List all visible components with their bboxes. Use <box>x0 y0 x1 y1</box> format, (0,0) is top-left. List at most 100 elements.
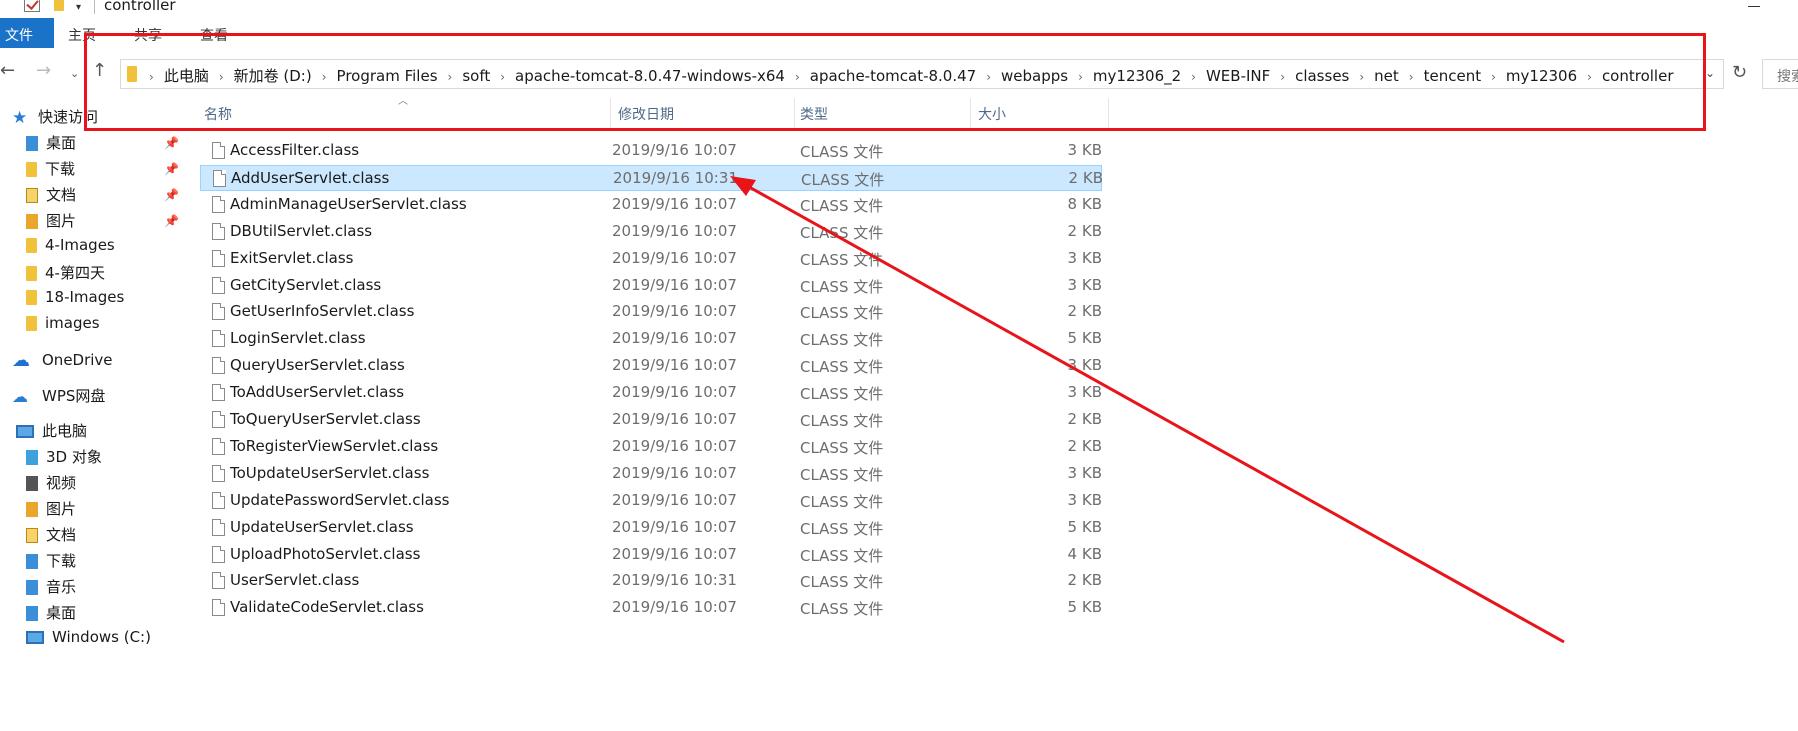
column-divider[interactable] <box>970 98 971 130</box>
breadcrumb-item[interactable]: 新加卷 (D:) <box>234 65 312 86</box>
column-divider[interactable] <box>610 98 611 130</box>
breadcrumb-item[interactable]: 此电脑 <box>164 65 209 86</box>
sidebar-pc-item[interactable]: 下载 <box>26 550 76 576</box>
breadcrumb-item[interactable]: my12306 <box>1506 67 1577 85</box>
tab-home[interactable]: 主页 <box>68 25 96 45</box>
breadcrumb-chevron-icon[interactable]: › <box>1359 70 1364 84</box>
breadcrumb-item[interactable]: Program Files <box>337 67 438 85</box>
file-row[interactable]: ToUpdateUserServlet.class 2019/9/16 10:07… <box>200 461 1102 487</box>
sidebar-pc-item[interactable]: 图片 <box>26 498 76 524</box>
sidebar-quick-access[interactable]: ★ 快速访问 <box>12 106 98 132</box>
sidebar-item[interactable]: images <box>26 314 100 340</box>
file-type: CLASS 文件 <box>800 223 884 242</box>
refresh-icon[interactable]: ↻ <box>1732 62 1747 83</box>
breadcrumb-item[interactable]: classes <box>1295 67 1349 85</box>
breadcrumb-item[interactable]: tencent <box>1424 67 1481 85</box>
sidebar-item[interactable]: 4-Images <box>26 236 115 262</box>
breadcrumb-chevron-icon[interactable]: › <box>322 70 327 84</box>
breadcrumb-item[interactable]: my12306_2 <box>1093 67 1181 85</box>
sidebar-item[interactable]: 文档 <box>26 184 76 210</box>
tab-view[interactable]: 查看 <box>200 25 228 45</box>
sidebar-item[interactable]: 图片 <box>26 210 76 236</box>
recent-locations-chevron-icon[interactable]: ⌄ <box>70 67 79 80</box>
column-name[interactable]: 名称 <box>204 104 232 124</box>
pin-icon[interactable]: 📌 <box>164 188 179 202</box>
column-divider[interactable] <box>1108 98 1109 130</box>
file-row[interactable]: LoginServlet.class 2019/9/16 10:07 CLASS 文… <box>200 326 1102 352</box>
breadcrumb-chevron-icon[interactable]: › <box>1078 70 1083 84</box>
column-type[interactable]: 类型 <box>800 104 828 124</box>
file-row[interactable]: ToRegisterViewServlet.class 2019/9/16 10:… <box>200 434 1102 460</box>
file-row[interactable]: GetCityServlet.class 2019/9/16 10:07 CLASS… <box>200 273 1102 299</box>
file-row[interactable]: UpdatePasswordServlet.class 2019/9/16 10:… <box>200 488 1102 514</box>
back-arrow-icon[interactable]: ← <box>0 60 15 81</box>
breadcrumb-chevron-icon[interactable]: › <box>1587 70 1592 84</box>
sidebar-pc-item[interactable]: 视频 <box>26 472 76 498</box>
forward-arrow-icon[interactable]: → <box>36 60 51 81</box>
breadcrumb-chevron-icon[interactable]: › <box>1191 70 1196 84</box>
breadcrumb-chevron-icon[interactable]: › <box>1280 70 1285 84</box>
file-icon <box>212 303 225 321</box>
sidebar-onedrive[interactable]: ☁ OneDrive <box>12 350 113 376</box>
breadcrumb-chevron-icon[interactable]: › <box>1409 70 1414 84</box>
sidebar-pc-item[interactable]: 桌面 <box>26 602 76 628</box>
breadcrumb-chevron-icon[interactable]: › <box>1491 70 1496 84</box>
column-date[interactable]: 修改日期 <box>618 104 674 124</box>
sidebar-wps[interactable]: ☁ WPS网盘 <box>12 385 105 411</box>
breadcrumb-item[interactable]: WEB-INF <box>1206 67 1270 85</box>
breadcrumb-item[interactable]: apache-tomcat-8.0.47-windows-x64 <box>515 67 785 85</box>
address-bar[interactable]: › 此电脑 › 新加卷 (D:) › Program Files › soft › apache-… <box>120 59 1724 89</box>
file-row[interactable]: ExitServlet.class 2019/9/16 10:07 CLASS 文件… <box>200 246 1102 272</box>
file-row[interactable]: AddUserServlet.class 2019/9/16 10:31 CLASS… <box>200 164 1103 191</box>
sidebar-this-pc[interactable]: 此电脑 <box>16 420 87 446</box>
file-type: CLASS 文件 <box>800 465 884 484</box>
breadcrumb-chevron-icon[interactable]: › <box>986 70 991 84</box>
pin-icon[interactable]: 📌 <box>164 162 179 176</box>
breadcrumb-item[interactable]: controller <box>1602 67 1674 85</box>
search-input[interactable]: 搜索 <box>1762 59 1798 89</box>
address-dropdown-icon[interactable]: ⌄ <box>1705 66 1715 80</box>
sidebar-pc-item[interactable]: 文档 <box>26 524 76 550</box>
file-row[interactable]: AccessFilter.class 2019/9/16 10:07 CLASS 文… <box>200 138 1102 164</box>
breadcrumb-chevron-icon[interactable]: › <box>500 70 505 84</box>
sidebar-item[interactable]: 4-第四天 <box>26 262 105 288</box>
breadcrumb-chevron-icon[interactable]: › <box>149 70 154 84</box>
sidebar-item-label: 文档 <box>46 186 77 204</box>
file-row[interactable]: ToAddUserServlet.class 2019/9/16 10:07 CLA… <box>200 380 1102 406</box>
column-divider[interactable] <box>794 98 795 130</box>
file-row[interactable]: DBUtilServlet.class 2019/9/16 10:07 CLASS … <box>200 219 1102 245</box>
file-row[interactable]: QueryUserServlet.class 2019/9/16 10:07 CLA… <box>200 353 1102 379</box>
file-row[interactable]: ToQueryUserServlet.class 2019/9/16 10:07 C… <box>200 407 1102 433</box>
column-size[interactable]: 大小 <box>978 104 1006 124</box>
file-row[interactable]: UploadPhotoServlet.class 2019/9/16 10:07 C… <box>200 542 1102 568</box>
documents-folder-icon <box>26 188 38 203</box>
breadcrumb-item[interactable]: apache-tomcat-8.0.47 <box>810 67 976 85</box>
sidebar-pc-item[interactable]: 音乐 <box>26 576 76 602</box>
file-row[interactable]: ValidateCodeServlet.class 2019/9/16 10:07… <box>200 595 1102 621</box>
file-row[interactable]: UserServlet.class 2019/9/16 10:31 CLASS 文件… <box>200 568 1102 594</box>
properties-check-icon[interactable] <box>24 0 40 12</box>
file-row[interactable]: AdminManageUserServlet.class 2019/9/16 10… <box>200 192 1102 218</box>
breadcrumb-chevron-icon[interactable]: › <box>219 70 224 84</box>
pin-icon[interactable]: 📌 <box>164 214 179 228</box>
breadcrumb-item[interactable]: webapps <box>1001 67 1068 85</box>
file-date: 2019/9/16 10:07 <box>612 275 737 294</box>
quick-access-toolbar-dropdown-icon[interactable]: ▾ <box>76 2 81 13</box>
file-row[interactable]: UpdateUserServlet.class 2019/9/16 10:07 CL… <box>200 515 1102 541</box>
breadcrumb-chevron-icon[interactable]: › <box>448 70 453 84</box>
breadcrumb-item[interactable]: net <box>1374 67 1399 85</box>
tab-file[interactable]: 文件 <box>0 18 54 48</box>
tab-share[interactable]: 共享 <box>134 25 162 45</box>
sidebar-item[interactable]: 桌面 <box>26 132 76 158</box>
sidebar-item[interactable]: 18-Images <box>26 288 124 314</box>
sidebar-item[interactable]: 下载 <box>26 158 75 184</box>
up-arrow-icon[interactable]: ↑ <box>92 60 107 81</box>
sidebar-pc-item[interactable]: Windows (C:) <box>26 628 151 654</box>
new-folder-icon[interactable] <box>54 0 64 11</box>
pin-icon[interactable]: 📌 <box>164 136 179 150</box>
minimize-icon[interactable] <box>1748 6 1760 7</box>
file-row[interactable]: GetUserInfoServlet.class 2019/9/16 10:07 C… <box>200 299 1102 325</box>
sidebar-pc-item[interactable]: 3D 对象 <box>26 446 102 472</box>
breadcrumb-chevron-icon[interactable]: › <box>795 70 800 84</box>
breadcrumb-item[interactable]: soft <box>462 67 490 85</box>
